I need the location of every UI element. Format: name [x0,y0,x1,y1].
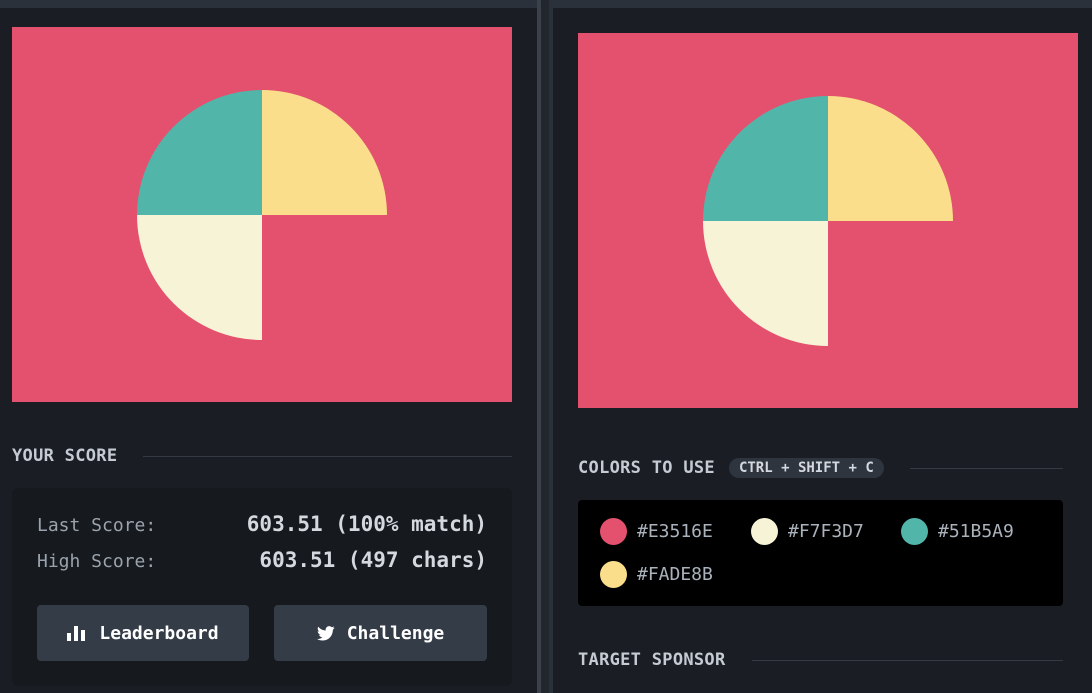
color-swatch [901,518,928,545]
high-score-value: 603.51 (497 chars) [259,548,487,572]
color-code: #E3516E [637,521,713,542]
challenge-label: Challenge [346,622,445,644]
color-swatch [751,518,778,545]
score-card: Last Score: 603.51 (100% match) High Sco… [12,488,512,686]
high-score-label: High Score: [37,551,157,572]
sponsor-rule [751,659,1063,661]
output-canvas[interactable] [12,27,512,402]
colors-rule [909,467,1063,469]
score-header: YOUR SCORE [12,444,512,468]
sponsor-header: TARGET SPONSOR [578,648,1063,672]
leaderboard-button[interactable]: Leaderboard [37,605,249,661]
divider-line-left [537,0,541,693]
output-drawing [12,27,512,402]
color-swatch [600,518,627,545]
twitter-icon [316,625,335,641]
high-score-row: High Score: 603.51 (497 chars) [37,548,487,572]
score-rule [143,455,512,457]
colors-title: COLORS TO USE [578,458,715,478]
last-score-label: Last Score: [37,515,157,536]
sponsor-title: TARGET SPONSOR [578,650,726,670]
score-title: YOUR SCORE [12,446,118,466]
color-item-2[interactable]: #F7F3D7 [751,518,864,545]
color-code: #FADE8B [637,564,713,585]
color-item-1[interactable]: #E3516E [600,518,713,545]
target-drawing [578,33,1078,408]
color-item-4[interactable]: #FADE8B [600,561,713,588]
colors-list: #E3516E #F7F3D7 #51B5A9 #FADE8B [578,500,1063,606]
last-score-value: 603.51 (100% match) [246,512,487,536]
divider-line-right [549,0,553,693]
color-item-3[interactable]: #51B5A9 [901,518,1014,545]
color-code: #F7F3D7 [788,521,864,542]
challenge-button[interactable]: Challenge [274,605,487,661]
colors-header: COLORS TO USE CTRL + SHIFT + C [578,456,1063,480]
target-canvas [578,33,1078,408]
color-swatch [600,561,627,588]
last-score-row: Last Score: 603.51 (100% match) [37,512,487,536]
bar-chart-icon [67,625,87,641]
leaderboard-label: Leaderboard [99,622,219,644]
color-code: #51B5A9 [938,521,1014,542]
shortcut-badge: CTRL + SHIFT + C [728,458,884,478]
